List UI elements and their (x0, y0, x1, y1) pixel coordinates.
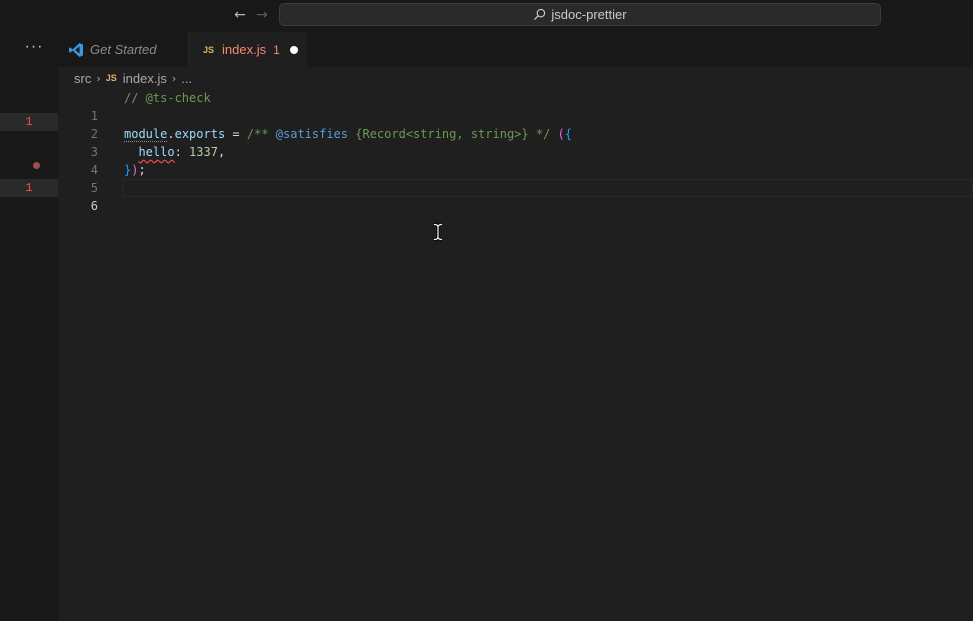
command-center[interactable]: jsdoc-prettier (279, 3, 881, 26)
code-line[interactable]: 3 module.exports = /** @satisfies {Recor… (58, 125, 973, 159)
code-line[interactable]: 5 }); (58, 161, 973, 195)
brace-token: { (564, 127, 572, 141)
breadcrumb: src › JS index.js › ... (58, 67, 973, 89)
chevron-right-icon: › (171, 71, 177, 85)
line-number: 6 (90, 199, 98, 213)
arrow-right-icon[interactable]: → (252, 6, 272, 24)
overview-error-count: 1 (25, 181, 33, 195)
overview-error-count: 1 (25, 115, 33, 129)
tab-label: index.js (222, 42, 267, 57)
unsaved-dot-icon[interactable] (289, 45, 298, 54)
more-actions-button[interactable]: ··· (22, 39, 46, 58)
tab-get-started[interactable]: Get Started (58, 32, 189, 67)
module-token: module (124, 127, 168, 141)
jsdoc-tag-token: @satisfies (275, 127, 349, 141)
exports-token: exports (174, 127, 226, 141)
property-key-token: hello (138, 145, 175, 159)
search-icon (534, 8, 546, 21)
jsdoc-close-token: */ (535, 127, 551, 141)
code-editor[interactable]: 1 // @ts-check 2 3 module.exports = /** … (58, 89, 973, 621)
chevron-right-icon: › (96, 71, 101, 85)
editor-tab-bar: Get Started JS index.js 1 (58, 32, 973, 67)
jsdoc-type-token: {Record<string, string>} (348, 127, 536, 141)
breadcrumb-file[interactable]: index.js (123, 71, 167, 86)
breadcrumb-folder[interactable]: src (74, 71, 91, 86)
vscode-icon (69, 42, 83, 57)
javascript-file-icon: JS (203, 44, 215, 55)
comma-token: , (217, 145, 226, 159)
semicolon-token: ; (138, 163, 146, 177)
title-bar: ← → jsdoc-prettier (0, 0, 973, 32)
tab-index-js[interactable]: JS index.js 1 (189, 32, 307, 67)
javascript-file-icon: JS (105, 73, 117, 83)
overview-error-marker[interactable]: 1 (0, 179, 58, 197)
breadcrumb-symbols[interactable]: ... (181, 71, 192, 86)
code-line[interactable]: 4 hello: 1337, (58, 143, 973, 177)
colon-token: : (174, 145, 190, 159)
problem-count-badge: 1 (273, 42, 280, 57)
tab-label: Get Started (90, 42, 157, 57)
overview-error-marker[interactable]: 1 (0, 113, 58, 131)
jsdoc-open-token: /** (246, 127, 276, 141)
indent-token (124, 145, 138, 159)
code-line[interactable]: 2 (58, 107, 973, 141)
breakpoint-dot-icon (33, 162, 40, 169)
assign-token: = (225, 127, 247, 141)
text-cursor-icon (433, 223, 443, 241)
dot-token: . (167, 127, 175, 141)
code-line[interactable]: 6 (58, 179, 973, 213)
arrow-left-icon[interactable]: ← (230, 6, 250, 24)
paren-token: ( (550, 127, 565, 141)
code-line[interactable]: 1 // @ts-check (58, 89, 973, 123)
comment-token: // @ts-check (124, 91, 211, 105)
command-center-label: jsdoc-prettier (551, 7, 627, 22)
number-token: 1337 (189, 145, 218, 159)
